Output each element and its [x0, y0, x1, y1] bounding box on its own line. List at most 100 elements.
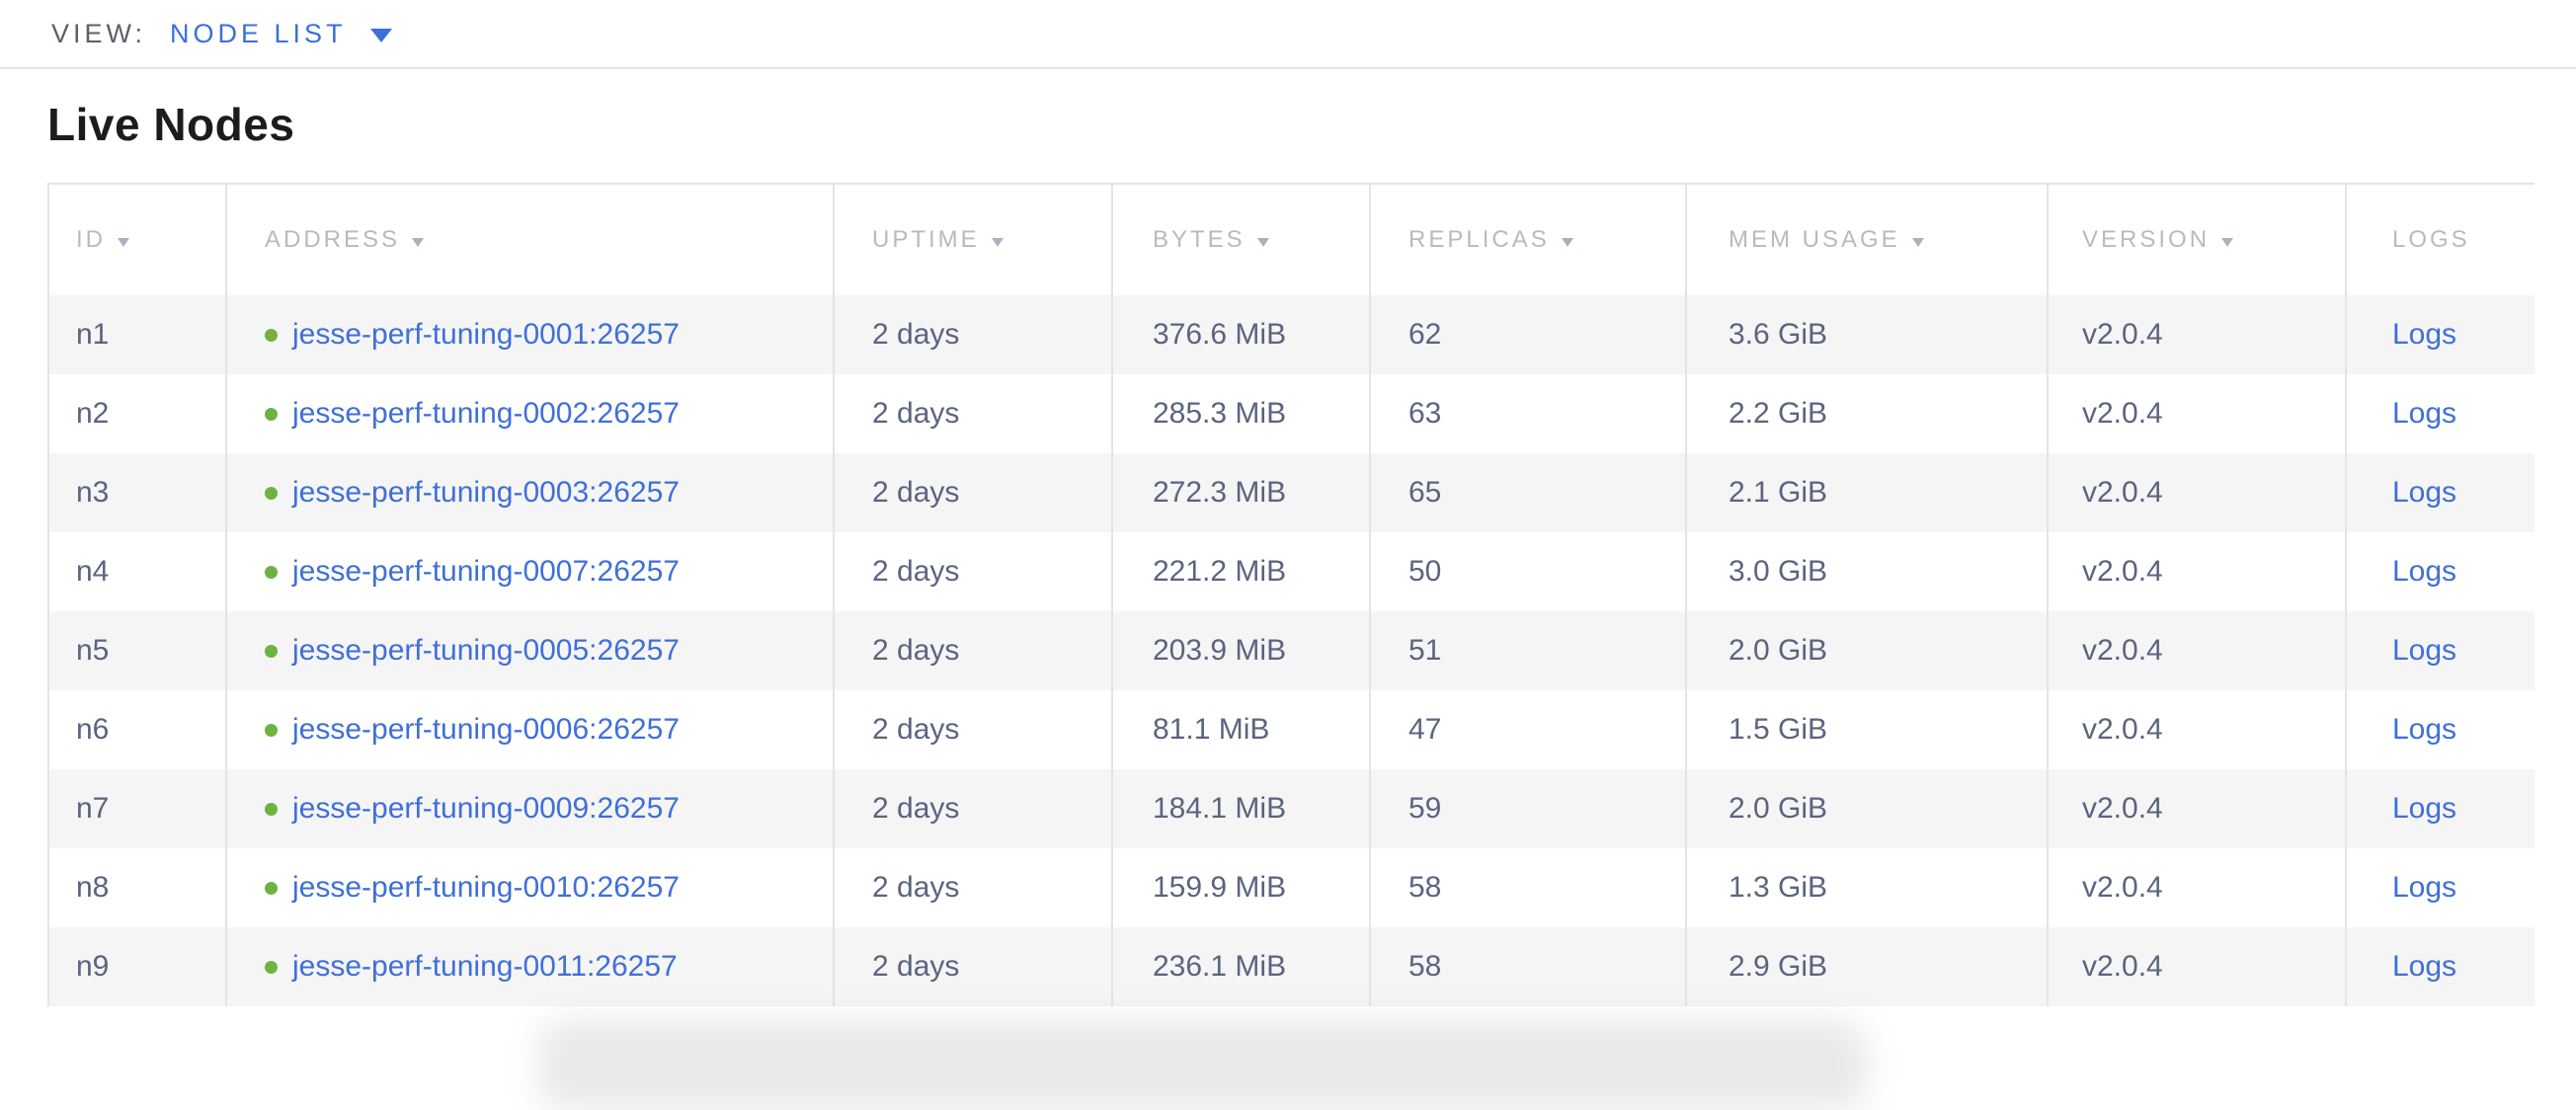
node-address-cell: jesse-perf-tuning-0001:26257	[225, 295, 833, 374]
mem-usage-cell: 2.9 GiB	[1685, 927, 2047, 1006]
node-address-link[interactable]: jesse-perf-tuning-0009:26257	[292, 792, 680, 825]
mem-usage-cell: 2.0 GiB	[1685, 611, 2047, 690]
column-header-mem-usage[interactable]: MEM USAGE	[1685, 185, 2047, 295]
view-selector-dropdown[interactable]: NODE LIST	[170, 19, 392, 49]
sort-caret-down-icon	[2221, 238, 2233, 247]
node-address-link[interactable]: jesse-perf-tuning-0001:26257	[292, 318, 680, 351]
node-address-link[interactable]: jesse-perf-tuning-0011:26257	[292, 950, 678, 983]
version-cell: v2.0.4	[2047, 453, 2345, 532]
node-address-link[interactable]: jesse-perf-tuning-0002:26257	[292, 397, 680, 430]
logs-link[interactable]: Logs	[2392, 792, 2456, 825]
logs-link[interactable]: Logs	[2392, 950, 2456, 983]
replicas-cell: 59	[1369, 769, 1685, 848]
bytes-cell: 272.3 MiB	[1111, 453, 1369, 532]
table-row: n7 jesse-perf-tuning-0009:26257 2 days 1…	[47, 769, 2535, 848]
column-header-replicas[interactable]: REPLICAS	[1369, 185, 1685, 295]
live-status-dot-icon	[265, 408, 278, 421]
mem-usage-cell: 2.1 GiB	[1685, 453, 2047, 532]
mem-usage-cell: 1.5 GiB	[1685, 690, 2047, 769]
logs-link[interactable]: Logs	[2392, 634, 2456, 667]
view-label: VIEW:	[51, 19, 146, 49]
logs-link[interactable]: Logs	[2392, 318, 2456, 351]
live-nodes-table: ID ADDRESS UPTIME BYTES REPLICAS MEM USA…	[47, 183, 2535, 1006]
logs-link[interactable]: Logs	[2392, 397, 2456, 430]
bytes-cell: 184.1 MiB	[1111, 769, 1369, 848]
node-address-cell: jesse-perf-tuning-0010:26257	[225, 848, 833, 927]
node-address-link[interactable]: jesse-perf-tuning-0010:26257	[292, 871, 680, 904]
node-address-link[interactable]: jesse-perf-tuning-0003:26257	[292, 476, 680, 509]
table-row: n1 jesse-perf-tuning-0001:26257 2 days 3…	[47, 295, 2535, 374]
column-header-id[interactable]: ID	[47, 185, 225, 295]
node-address-cell: jesse-perf-tuning-0002:26257	[225, 374, 833, 453]
logs-link[interactable]: Logs	[2392, 871, 2456, 904]
uptime-cell: 2 days	[833, 690, 1111, 769]
logs-link[interactable]: Logs	[2392, 555, 2456, 588]
node-address-cell: jesse-perf-tuning-0007:26257	[225, 532, 833, 611]
replicas-cell: 50	[1369, 532, 1685, 611]
table-row: n2 jesse-perf-tuning-0002:26257 2 days 2…	[47, 374, 2535, 453]
version-cell: v2.0.4	[2047, 690, 2345, 769]
uptime-cell: 2 days	[833, 848, 1111, 927]
bytes-cell: 159.9 MiB	[1111, 848, 1369, 927]
logs-link[interactable]: Logs	[2392, 476, 2456, 509]
column-header-label: ID	[76, 226, 106, 253]
column-header-label: REPLICAS	[1409, 226, 1550, 253]
uptime-cell: 2 days	[833, 374, 1111, 453]
uptime-cell: 2 days	[833, 927, 1111, 1006]
node-address-cell: jesse-perf-tuning-0009:26257	[225, 769, 833, 848]
column-header-bytes[interactable]: BYTES	[1111, 185, 1369, 295]
table-row: n4 jesse-perf-tuning-0007:26257 2 days 2…	[47, 532, 2535, 611]
logs-cell: Logs	[2345, 690, 2535, 769]
version-cell: v2.0.4	[2047, 611, 2345, 690]
sort-caret-down-icon	[1912, 238, 1924, 247]
uptime-cell: 2 days	[833, 769, 1111, 848]
bytes-cell: 376.6 MiB	[1111, 295, 1369, 374]
column-header-label: LOGS	[2392, 226, 2470, 253]
below-fold-card-shadow	[538, 1021, 1867, 1110]
column-header-version[interactable]: VERSION	[2047, 185, 2345, 295]
replicas-cell: 65	[1369, 453, 1685, 532]
node-address-cell: jesse-perf-tuning-0003:26257	[225, 453, 833, 532]
replicas-cell: 62	[1369, 295, 1685, 374]
node-id-cell: n5	[47, 611, 225, 690]
bytes-cell: 236.1 MiB	[1111, 927, 1369, 1006]
uptime-cell: 2 days	[833, 295, 1111, 374]
chevron-down-icon	[370, 29, 392, 42]
sort-caret-down-icon	[118, 238, 129, 247]
sort-caret-down-icon	[1562, 238, 1573, 247]
node-address-link[interactable]: jesse-perf-tuning-0005:26257	[292, 634, 680, 667]
live-status-dot-icon	[265, 487, 278, 500]
bytes-cell: 203.9 MiB	[1111, 611, 1369, 690]
table-row: n6 jesse-perf-tuning-0006:26257 2 days 8…	[47, 690, 2535, 769]
version-cell: v2.0.4	[2047, 295, 2345, 374]
live-status-dot-icon	[265, 566, 278, 579]
bytes-cell: 285.3 MiB	[1111, 374, 1369, 453]
node-address-cell: jesse-perf-tuning-0005:26257	[225, 611, 833, 690]
node-id-cell: n6	[47, 690, 225, 769]
logs-cell: Logs	[2345, 611, 2535, 690]
bytes-cell: 221.2 MiB	[1111, 532, 1369, 611]
logs-cell: Logs	[2345, 374, 2535, 453]
replicas-cell: 63	[1369, 374, 1685, 453]
column-header-uptime[interactable]: UPTIME	[833, 185, 1111, 295]
column-header-address[interactable]: ADDRESS	[225, 185, 833, 295]
uptime-cell: 2 days	[833, 611, 1111, 690]
table-row: n3 jesse-perf-tuning-0003:26257 2 days 2…	[47, 453, 2535, 532]
logs-link[interactable]: Logs	[2392, 713, 2456, 746]
column-header-logs: LOGS	[2345, 185, 2535, 295]
live-status-dot-icon	[265, 803, 278, 816]
table-row: n9 jesse-perf-tuning-0011:26257 2 days 2…	[47, 927, 2535, 1006]
live-status-dot-icon	[265, 645, 278, 658]
uptime-cell: 2 days	[833, 453, 1111, 532]
node-id-cell: n8	[47, 848, 225, 927]
logs-cell: Logs	[2345, 532, 2535, 611]
mem-usage-cell: 3.6 GiB	[1685, 295, 2047, 374]
sort-caret-down-icon	[992, 238, 1004, 247]
logs-cell: Logs	[2345, 453, 2535, 532]
version-cell: v2.0.4	[2047, 532, 2345, 611]
node-address-link[interactable]: jesse-perf-tuning-0007:26257	[292, 555, 680, 588]
mem-usage-cell: 1.3 GiB	[1685, 848, 2047, 927]
node-address-cell: jesse-perf-tuning-0006:26257	[225, 690, 833, 769]
version-cell: v2.0.4	[2047, 927, 2345, 1006]
node-address-link[interactable]: jesse-perf-tuning-0006:26257	[292, 713, 680, 746]
